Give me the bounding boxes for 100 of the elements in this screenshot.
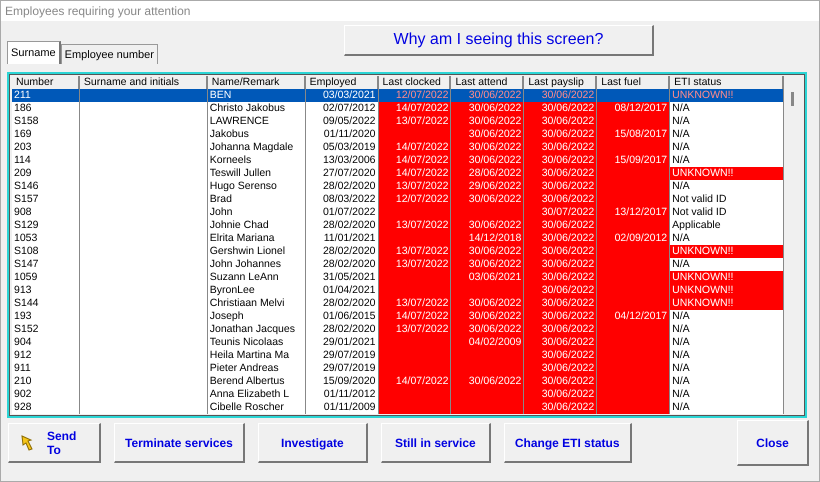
table-cell: 30/06/2022 xyxy=(451,154,524,167)
table-cell: BEN xyxy=(208,89,306,102)
table-cell: Teunis Nicolaas xyxy=(208,336,306,349)
table-cell: Berend Albertus xyxy=(208,375,306,388)
table-cell: 13/07/2022 xyxy=(378,245,452,258)
table-cell: 14/07/2022 xyxy=(378,375,452,388)
column-header[interactable]: Number xyxy=(12,76,80,89)
table-cell: Pieter Andreas xyxy=(208,362,306,375)
table-cell: Johanna Magdale xyxy=(208,141,306,154)
window-title: Employees requiring your attention xyxy=(5,4,190,18)
table-cell: 30/06/2022 xyxy=(451,219,524,232)
table-cell: 30/06/2022 xyxy=(524,297,598,310)
table-cell: 30/06/2022 xyxy=(451,193,524,206)
column-header[interactable]: Last payslip xyxy=(524,76,598,89)
table-cell: S146 xyxy=(12,180,80,193)
table-cell: 15/09/2017 xyxy=(597,154,670,167)
table-cell: 30/06/2022 xyxy=(524,154,598,167)
table-cell: Cibelle Roscher xyxy=(208,401,306,414)
action-button[interactable]: Still in service xyxy=(380,423,491,463)
table-cell: 30/06/2022 xyxy=(451,102,524,115)
table-cell: 30/06/2022 xyxy=(524,271,598,284)
table-cell: 14/07/2022 xyxy=(378,102,452,115)
table-cell: 904 xyxy=(12,336,80,349)
table-cell: 15/08/2017 xyxy=(597,128,670,141)
send-to-button[interactable]: Send To xyxy=(8,423,101,463)
tab[interactable]: Employee number xyxy=(60,44,158,64)
table-cell: UNKNOWN!! xyxy=(670,167,784,180)
column-header[interactable]: Last clocked xyxy=(378,76,452,89)
table-cell: Brad xyxy=(208,193,306,206)
table-cell: UNKNOWN!! xyxy=(670,271,784,284)
table-cell: 210 xyxy=(12,375,80,388)
table-cell: 908 xyxy=(12,206,80,219)
column-header[interactable]: Surname and initials xyxy=(80,76,208,89)
table-cell: N/A xyxy=(670,336,784,349)
table-cell: 30/06/2022 xyxy=(524,323,598,336)
table-cell: 02/09/2012 xyxy=(597,232,670,245)
table-cell: 13/07/2022 xyxy=(378,115,452,128)
table-cell: N/A xyxy=(670,128,784,141)
table-cell: 928 xyxy=(12,401,80,414)
table-cell: 193 xyxy=(12,310,80,323)
table-cell: Christiaan Melvi xyxy=(208,297,306,310)
table-cell: UNKNOWN!! xyxy=(670,284,784,297)
table-cell: 30/06/2022 xyxy=(451,258,524,271)
table-cell: 13/07/2022 xyxy=(378,258,452,271)
table-cell: LAWRENCE xyxy=(208,115,306,128)
action-button[interactable]: Terminate services xyxy=(114,423,245,463)
table-cell: Elrita Mariana xyxy=(208,232,306,245)
table-cell: 14/07/2022 xyxy=(378,310,452,323)
table-cell: John xyxy=(208,206,306,219)
table-cell: 211 xyxy=(12,89,80,102)
tab[interactable]: Surname xyxy=(7,41,61,64)
table-cell: 30/06/2022 xyxy=(451,115,524,128)
table-cell: 30/06/2022 xyxy=(524,167,598,180)
column-header[interactable]: ETI status xyxy=(670,76,784,89)
table-cell: N/A xyxy=(670,401,784,414)
table-cell: 30/06/2022 xyxy=(524,349,598,362)
action-button[interactable]: Investigate xyxy=(258,423,368,463)
column-header[interactable]: Last fuel xyxy=(597,76,670,89)
table-cell: 203 xyxy=(12,141,80,154)
table-cell: Not valid ID xyxy=(670,206,784,219)
table-cell: UNKNOWN!! xyxy=(670,89,784,102)
action-button[interactable]: Change ETI status xyxy=(504,423,632,463)
table-cell: N/A xyxy=(670,310,784,323)
table-cell: 30/06/2022 xyxy=(524,115,598,128)
table-cell: 13/07/2022 xyxy=(378,219,452,232)
table-cell: 14/07/2022 xyxy=(378,154,452,167)
table-cell: 30/06/2022 xyxy=(451,245,524,258)
column-header[interactable]: Last attend xyxy=(451,76,524,89)
close-button[interactable]: Close xyxy=(737,420,809,466)
table-cell: Jonathan Jacques xyxy=(208,323,306,336)
table-cell: 08/12/2017 xyxy=(597,102,670,115)
table-cell: N/A xyxy=(670,375,784,388)
table-cell: UNKNOWN!! xyxy=(670,297,784,310)
table-cell: 30/06/2022 xyxy=(451,310,524,323)
column-header[interactable]: Name/Remark xyxy=(208,76,306,89)
table-cell: 13/07/2022 xyxy=(378,180,452,193)
column-header[interactable]: Employed xyxy=(306,76,379,89)
table-cell: Korneels xyxy=(208,154,306,167)
table-cell: S152 xyxy=(12,323,80,336)
table-cell: 209 xyxy=(12,167,80,180)
table-cell: S158 xyxy=(12,115,80,128)
table-cell: 30/06/2022 xyxy=(524,375,598,388)
table-cell: Jakobus xyxy=(208,128,306,141)
table-cell: N/A xyxy=(670,349,784,362)
table-cell: 1059 xyxy=(12,271,80,284)
table-cell: John Johannes xyxy=(208,258,306,271)
table-cell: 30/06/2022 xyxy=(451,89,524,102)
help-button[interactable]: Why am I seeing this screen? xyxy=(344,25,654,56)
table-cell: 30/06/2022 xyxy=(524,128,598,141)
table-cell: 30/07/2022 xyxy=(524,206,598,219)
table-cell: 30/06/2022 xyxy=(524,310,598,323)
table-cell: 30/06/2022 xyxy=(524,180,598,193)
table-cell: 169 xyxy=(12,128,80,141)
table-cell: 114 xyxy=(12,154,80,167)
table-cell: 30/06/2022 xyxy=(524,388,598,401)
table-cell: Suzann LeAnn xyxy=(208,271,306,284)
table-cell: 902 xyxy=(12,388,80,401)
table-cell: 30/06/2022 xyxy=(524,336,598,349)
table-cell: UNKNOWN!! xyxy=(670,245,784,258)
scrollbar-thumb[interactable] xyxy=(791,92,794,106)
